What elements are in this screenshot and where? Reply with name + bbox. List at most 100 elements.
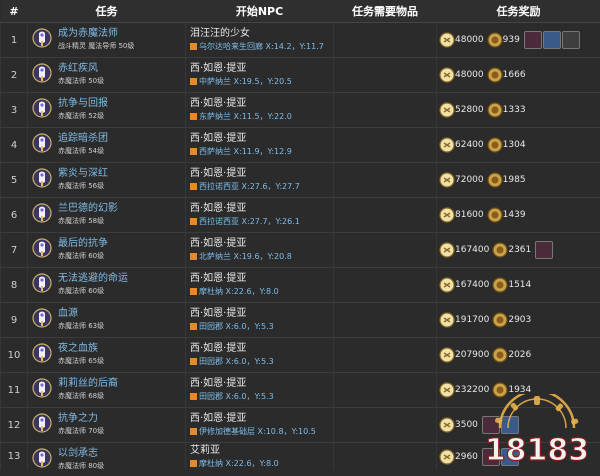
quest-level: 赤魔法师 60级 xyxy=(58,287,105,295)
quest-cell: 血源赤魔法师 63级 xyxy=(27,302,186,338)
quest-cell: 追踪暗杀团赤魔法师 54级 xyxy=(27,127,186,163)
npc-location-link[interactable]: 摩杜纳 X:22.6，Y:8.0 xyxy=(199,459,279,468)
quest-name-link[interactable]: 抗争之力 xyxy=(58,412,104,425)
npc-name: 西·如恩·提亚 xyxy=(190,133,247,144)
seal-amount: 2026 xyxy=(508,350,532,360)
quest-name-link[interactable]: 赤红疾风 xyxy=(58,62,104,75)
npc-cell: 西·如恩·提亚东萨纳兰 X:11.5，Y:22.0 xyxy=(185,92,334,128)
reward-item-icon[interactable] xyxy=(535,241,554,259)
quest-name-link[interactable]: 以剑承志 xyxy=(58,447,104,460)
quest-icon xyxy=(32,203,52,223)
quest-name-link[interactable]: 兰巴德的幻影 xyxy=(58,202,118,215)
seal-amount: 939 xyxy=(502,35,520,45)
seal-amount: 1514 xyxy=(508,280,532,290)
seal-amount: 1985 xyxy=(502,175,526,185)
quest-cell: 无法逃避的命运赤魔法师 60级 xyxy=(27,267,186,303)
npc-location-link[interactable]: 摩杜纳 X:22.6，Y:8.0 xyxy=(199,287,279,296)
npc-location-link[interactable]: 乌尔达哈来生回廊 X:14.2，Y:11.7 xyxy=(199,42,324,51)
npc-name: 西·如恩·提亚 xyxy=(190,273,247,284)
quest-name-link[interactable]: 成为赤魔法师 xyxy=(58,27,134,40)
gil-amount: 2960 xyxy=(455,451,478,462)
reward-item-icon[interactable] xyxy=(561,31,580,49)
reward-cell: 167400 2361 xyxy=(436,232,600,268)
header-items: 任务需要物品 xyxy=(333,0,437,23)
table-row: 9 血源 赤魔法师 63级 西·如恩·提亚 田园郡 X:6.0，Y:5.3 191700 2… xyxy=(0,302,600,338)
gil-amount: 48000 xyxy=(455,70,484,80)
npc-location-link[interactable]: 中萨纳兰 X:19.5，Y:20.5 xyxy=(199,77,292,86)
quest-icon xyxy=(32,378,52,398)
quest-name-link[interactable]: 最后的抗争 xyxy=(58,237,108,250)
required-items-cell xyxy=(333,57,437,93)
npc-cell: 西·如恩·提亚 中萨纳兰 X:19.5，Y:20.5 xyxy=(185,57,334,93)
gil-amount: 48000 xyxy=(455,35,484,45)
quest-name-link[interactable]: 紫炎与深红 xyxy=(58,167,108,180)
row-number: 7 xyxy=(0,232,28,268)
quest-cell: 最后的抗争 赤魔法师 60级 xyxy=(27,232,186,268)
npc-location-link[interactable]: 东萨纳兰 X:11.5，Y:22.0 xyxy=(199,112,292,121)
reward-item-icon[interactable] xyxy=(523,31,542,49)
npc-location-link[interactable]: 田园郡 X:6.0，Y:5.3 xyxy=(199,322,274,331)
quest-icon xyxy=(32,133,52,153)
quest-name-link[interactable]: 追踪暗杀团 xyxy=(58,132,108,145)
gil-amount: 207900 xyxy=(455,350,490,360)
quest-icon xyxy=(32,343,52,363)
required-items-cell xyxy=(333,302,437,338)
quest-cell: 夜之血族赤魔法师 65级 xyxy=(27,337,186,373)
map-marker-icon xyxy=(190,78,197,85)
npc-name: 西·如恩·提亚 xyxy=(190,203,247,214)
header-rewards: 任务奖励 xyxy=(436,0,600,23)
map-marker-icon xyxy=(190,253,197,260)
header-quest: 任务 xyxy=(27,0,186,23)
reward-cell: 72000 1985 xyxy=(436,162,600,198)
gil-amount: 72000 xyxy=(455,175,484,185)
quest-level: 赤魔法师 56级 xyxy=(58,182,105,190)
npc-location-link[interactable]: 北萨纳兰 X:19.6，Y:20.8 xyxy=(199,252,292,261)
quest-level: 赤魔法师 63级 xyxy=(58,322,105,330)
quest-level: 赤魔法师 54级 xyxy=(58,147,105,155)
npc-location-link[interactable]: 西萨纳兰 X:11.9，Y:12.9 xyxy=(199,147,292,156)
row-number: 9 xyxy=(0,302,28,338)
quest-name-link[interactable]: 抗争与回报 xyxy=(58,97,108,110)
npc-cell: 艾莉亚 摩杜纳 X:22.6，Y:8.0 xyxy=(185,442,334,470)
quest-name-link[interactable]: 无法逃避的命运 xyxy=(58,272,128,285)
quest-name-link[interactable]: 血源 xyxy=(58,307,104,320)
required-items-cell xyxy=(333,92,437,128)
gil-icon xyxy=(439,347,455,363)
table-row: 7 最后的抗争 赤魔法师 60级 西·如恩·提亚 北萨纳兰 X:19.6，Y:20.8 1… xyxy=(0,232,600,268)
npc-location-link[interactable]: 西拉诺西亚 X:27.6，Y:27.7 xyxy=(199,182,300,191)
npc-location-link[interactable]: 伊修加德基础层 X:10.8，Y:10.5 xyxy=(199,427,316,436)
quest-name-link[interactable]: 夜之血族 xyxy=(58,342,104,355)
row-number: 2 xyxy=(0,57,28,93)
reward-cell: 52800 1333 xyxy=(436,92,600,128)
quest-icon xyxy=(32,413,52,433)
quest-icon xyxy=(32,273,52,293)
npc-name: 西·如恩·提亚 xyxy=(190,98,247,109)
npc-location-link[interactable]: 田园郡 X:6.0，Y:5.3 xyxy=(199,392,274,401)
gil-icon xyxy=(439,32,455,48)
seal-amount: 1333 xyxy=(502,105,526,115)
npc-location-link[interactable]: 西拉诺西亚 X:27.7，Y:26.1 xyxy=(199,217,300,226)
quest-cell: 赤红疾风 赤魔法师 50级 xyxy=(27,57,186,93)
npc-name: 西·如恩·提亚 xyxy=(190,378,247,389)
quest-level: 赤魔法师 65级 xyxy=(58,357,105,365)
quest-cell: 成为赤魔法师 战斗精灵 魔法导师 50级 xyxy=(27,22,186,58)
gil-amount: 167400 xyxy=(455,245,490,255)
seal-icon xyxy=(487,207,503,223)
map-marker-icon xyxy=(190,183,197,190)
quest-level: 赤魔法师 58级 xyxy=(58,217,105,225)
seal-amount: 2903 xyxy=(508,315,532,325)
npc-cell: 西·如恩·提亚 田园郡 X:6.0，Y:5.3 xyxy=(185,302,334,338)
gil-icon xyxy=(439,137,455,153)
watermark-logo: 18183 xyxy=(484,394,590,469)
reward-item-icon[interactable] xyxy=(542,31,561,49)
quest-name-link[interactable]: 莉莉丝的后裔 xyxy=(58,377,118,390)
npc-cell: 西·如恩·提亚摩杜纳 X:22.6，Y:8.0 xyxy=(185,267,334,303)
npc-location-link[interactable]: 田园郡 X:6.0，Y:5.3 xyxy=(199,357,274,366)
required-items-cell xyxy=(333,442,437,470)
npc-cell: 泪汪汪的少女 乌尔达哈来生回廊 X:14.2，Y:11.7 xyxy=(185,22,334,58)
table-row: 6 兰巴德的幻影 赤魔法师 58级 西·如恩·提亚 西拉诺西亚 X:27.7，Y:26.… xyxy=(0,197,600,233)
map-marker-icon xyxy=(190,148,197,155)
map-marker-icon xyxy=(190,113,197,120)
row-number: 11 xyxy=(0,372,28,408)
reward-cell: 48000 939 xyxy=(436,22,600,58)
